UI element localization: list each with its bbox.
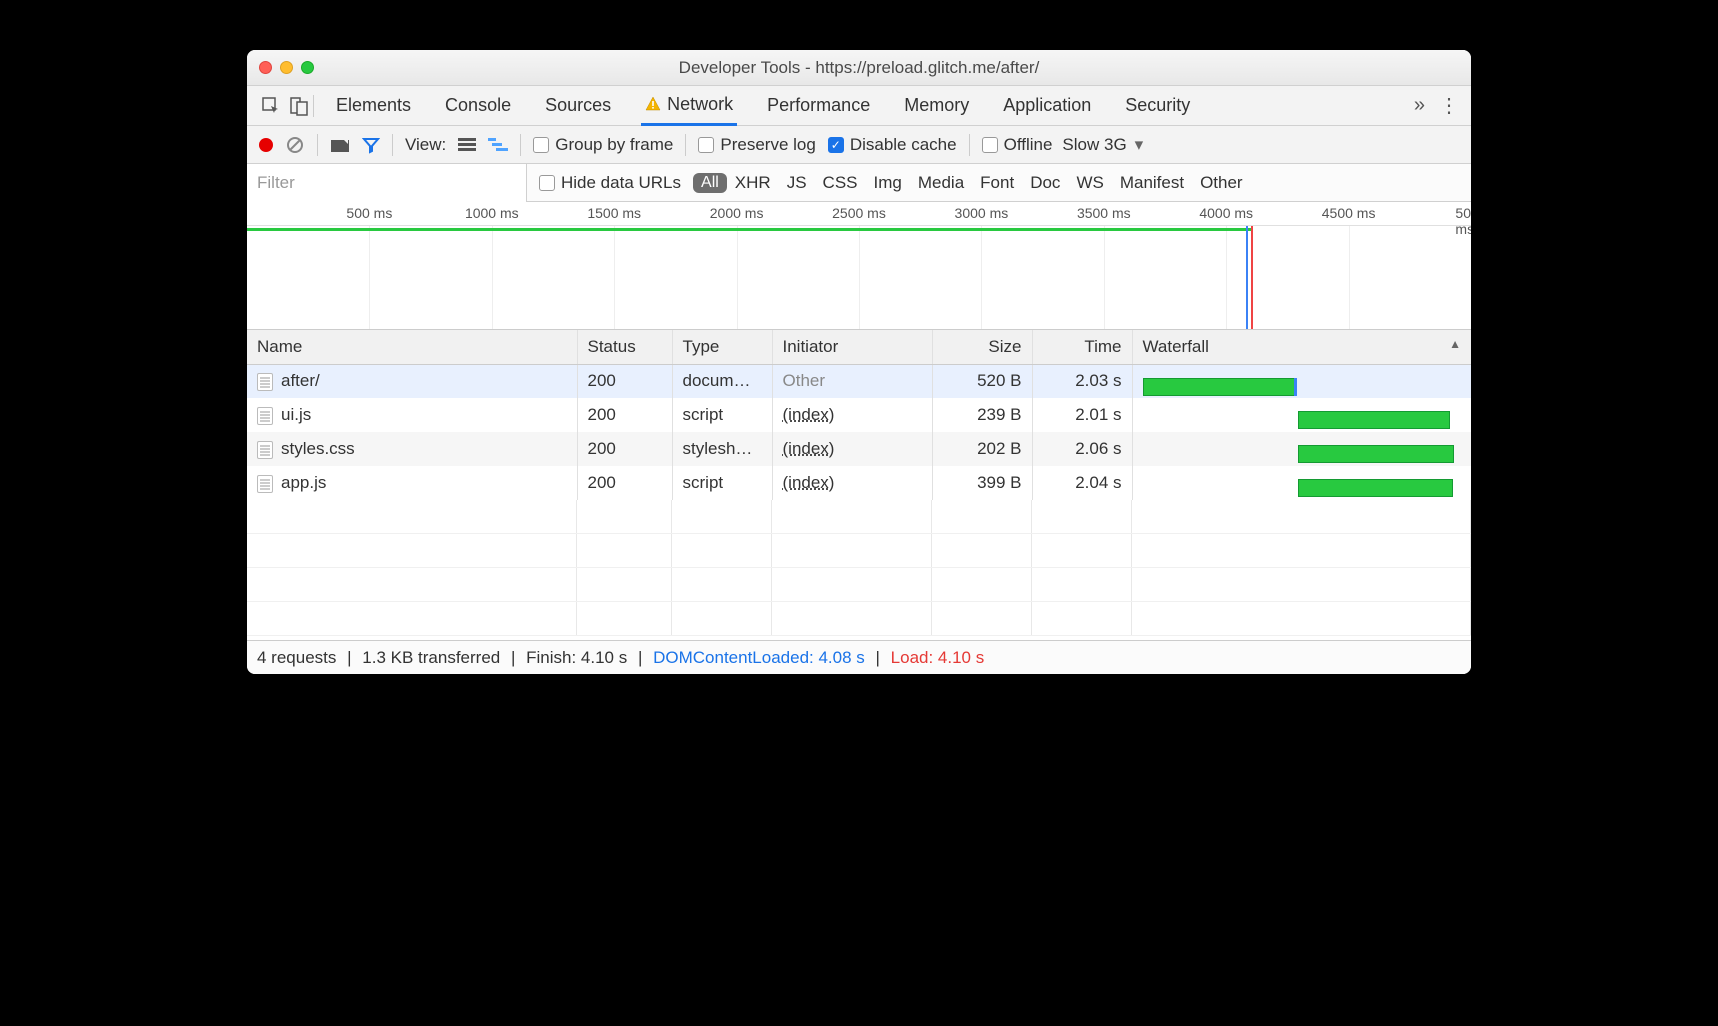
timeline-tick: 2000 ms [710, 205, 764, 221]
col-size[interactable]: Size [932, 330, 1032, 364]
tab-network[interactable]: Network [641, 86, 737, 126]
timeline-tick: 3000 ms [955, 205, 1009, 221]
tab-console[interactable]: Console [441, 86, 515, 126]
waterfall-view-icon[interactable] [488, 138, 508, 152]
separator [313, 95, 314, 117]
inspect-element-icon[interactable] [257, 96, 285, 116]
table-header-row: Name Status Type Initiator Size Time Wat… [247, 330, 1471, 364]
timeline-tick: 3500 ms [1077, 205, 1131, 221]
filter-bar: Hide data URLs All XHRJSCSSImgMediaFontD… [247, 164, 1471, 202]
overflow-tabs-icon[interactable]: » [1414, 94, 1425, 117]
filter-type-xhr[interactable]: XHR [727, 173, 779, 193]
tab-security[interactable]: Security [1121, 86, 1194, 126]
waterfall-bar [1298, 445, 1454, 463]
filter-type-font[interactable]: Font [972, 173, 1022, 193]
waterfall-bar [1298, 479, 1453, 497]
status-dcl: DOMContentLoaded: 4.08 s [653, 648, 865, 668]
tab-elements[interactable]: Elements [332, 86, 415, 126]
device-toolbar-icon[interactable] [285, 96, 313, 116]
separator [392, 134, 393, 156]
view-label: View: [405, 135, 446, 155]
kebab-menu-icon[interactable]: ⋮ [1439, 93, 1461, 118]
devtools-window: Developer Tools - https://preload.glitch… [247, 50, 1471, 674]
tab-application[interactable]: Application [999, 86, 1095, 126]
initiator-link[interactable]: (index) [783, 405, 835, 424]
window-title: Developer Tools - https://preload.glitch… [247, 58, 1471, 78]
status-requests: 4 requests [257, 648, 336, 668]
empty-rows [247, 500, 1471, 640]
table-row[interactable]: app.js200script(index)399 B2.04 s [247, 466, 1471, 500]
sort-indicator-icon: ▲ [1449, 337, 1461, 351]
file-icon [257, 475, 273, 493]
separator [685, 134, 686, 156]
status-transferred: 1.3 KB transferred [362, 648, 500, 668]
clear-button[interactable] [285, 135, 305, 155]
filter-type-doc[interactable]: Doc [1022, 173, 1068, 193]
separator [520, 134, 521, 156]
filter-type-manifest[interactable]: Manifest [1112, 173, 1192, 193]
tab-performance[interactable]: Performance [763, 86, 874, 126]
col-type[interactable]: Type [672, 330, 772, 364]
col-status[interactable]: Status [577, 330, 672, 364]
network-toolbar: View: Group by frame Preserve log ✓Disab… [247, 126, 1471, 164]
file-icon [257, 441, 273, 459]
throttling-select[interactable]: Slow 3G ▾ [1062, 135, 1143, 155]
large-rows-icon[interactable] [458, 138, 476, 152]
filter-type-js[interactable]: JS [779, 173, 815, 193]
tab-sources[interactable]: Sources [541, 86, 615, 126]
table-row[interactable]: after/200docum…Other520 B2.03 s [247, 364, 1471, 398]
initiator-link: Other [783, 371, 826, 390]
record-button[interactable] [259, 138, 273, 152]
disable-cache-checkbox[interactable]: ✓Disable cache [828, 135, 957, 155]
status-load: Load: 4.10 s [891, 648, 985, 668]
filter-type-all[interactable]: All [693, 173, 727, 193]
filter-type-ws[interactable]: WS [1068, 173, 1111, 193]
timeline-tick: 4000 ms [1199, 205, 1253, 221]
chevron-down-icon: ▾ [1135, 135, 1144, 155]
waterfall-bar [1143, 378, 1297, 396]
filter-type-css[interactable]: CSS [815, 173, 866, 193]
filter-type-other[interactable]: Other [1192, 173, 1251, 193]
col-initiator[interactable]: Initiator [772, 330, 932, 364]
file-icon [257, 373, 273, 391]
requests-table: Name Status Type Initiator Size Time Wat… [247, 330, 1471, 500]
filter-type-media[interactable]: Media [910, 173, 972, 193]
tab-memory[interactable]: Memory [900, 86, 973, 126]
initiator-link[interactable]: (index) [783, 473, 835, 492]
table-row[interactable]: ui.js200script(index)239 B2.01 s [247, 398, 1471, 432]
col-name[interactable]: Name [247, 330, 577, 364]
status-finish: Finish: 4.10 s [526, 648, 627, 668]
titlebar: Developer Tools - https://preload.glitch… [247, 50, 1471, 86]
capture-screenshots-icon[interactable] [330, 137, 350, 153]
col-time[interactable]: Time [1032, 330, 1132, 364]
preserve-log-checkbox[interactable]: Preserve log [698, 135, 815, 155]
timeline-tick: 500 ms [346, 205, 392, 221]
offline-checkbox[interactable]: Offline [982, 135, 1053, 155]
status-bar: 4 requests | 1.3 KB transferred | Finish… [247, 640, 1471, 674]
timeline-overview[interactable]: 500 ms 1000 ms 1500 ms 2000 ms 2500 ms 3000 m… [247, 202, 1471, 330]
waterfall-bar [1298, 411, 1450, 429]
hide-data-urls-checkbox[interactable]: Hide data URLs [527, 173, 693, 193]
separator [969, 134, 970, 156]
filter-input[interactable] [247, 164, 527, 202]
file-icon [257, 407, 273, 425]
separator [317, 134, 318, 156]
panel-tabs: Elements Console Sources Network Performance… [247, 86, 1471, 126]
timeline-tick: 4500 ms [1322, 205, 1376, 221]
col-waterfall[interactable]: Waterfall▲ [1132, 330, 1471, 364]
timeline-tick: 1000 ms [465, 205, 519, 221]
group-by-frame-checkbox[interactable]: Group by frame [533, 135, 673, 155]
timeline-tick: 1500 ms [587, 205, 641, 221]
initiator-link[interactable]: (index) [783, 439, 835, 458]
filter-toggle-icon[interactable] [362, 136, 380, 154]
table-row[interactable]: styles.css200stylesh…(index)202 B2.06 s [247, 432, 1471, 466]
timeline-tick: 2500 ms [832, 205, 886, 221]
filter-type-img[interactable]: Img [866, 173, 910, 193]
